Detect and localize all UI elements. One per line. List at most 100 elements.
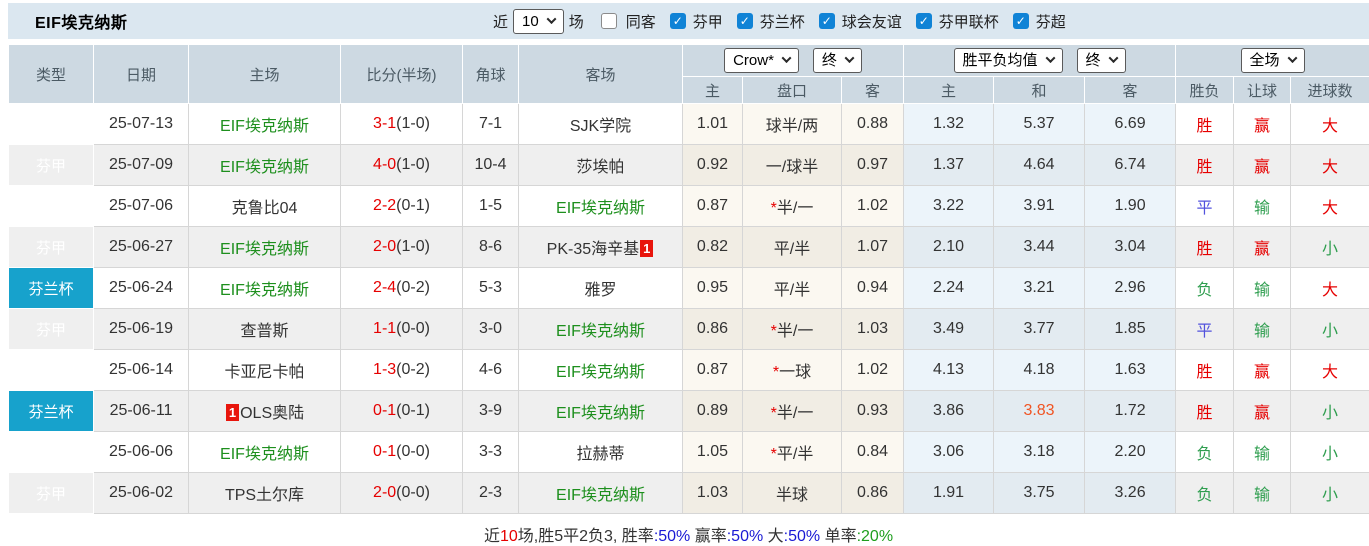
avg-away-odds: 1.85 <box>1085 309 1176 350</box>
team-name[interactable]: 莎埃帕 <box>576 159 624 176</box>
result-cell: 胜 <box>1176 391 1234 432</box>
fulltime-score[interactable]: 0-1 <box>373 443 396 460</box>
team-name[interactable]: SJK学院 <box>570 118 631 135</box>
league-filter-label: 芬甲 <box>693 11 723 32</box>
halftime-score: (0-2) <box>396 279 430 296</box>
result-cell: 胜 <box>1176 227 1234 268</box>
result-cell: 负 <box>1176 268 1234 309</box>
fulltime-score[interactable]: 4-0 <box>373 156 396 173</box>
match-date-cell: 25-06-19 <box>94 309 189 350</box>
score-cell: 1-3(0-2) <box>341 350 463 391</box>
team-name[interactable]: EIF埃克纳斯 <box>556 487 645 504</box>
summary-segment: 胜率 <box>622 528 654 545</box>
sub-header-result: 胜负 <box>1176 77 1234 104</box>
avg-odds-time-select[interactable]: 终 <box>1077 48 1126 73</box>
halftime-score: (1-0) <box>396 238 430 255</box>
corner-cell: 2-3 <box>463 473 519 514</box>
team-name[interactable]: 克鲁比04 <box>232 200 298 217</box>
league-filter: 芬兰杯 <box>728 11 810 32</box>
league-filter-label: 球会友谊 <box>842 11 902 32</box>
league-filter-checkbox[interactable] <box>1013 13 1029 29</box>
team-name[interactable]: 拉赫蒂 <box>576 446 624 463</box>
handicap-away-odds: 0.97 <box>842 145 904 186</box>
team-name[interactable]: EIF埃克纳斯 <box>220 446 309 463</box>
page: EIF埃克纳斯 近 10 场 同客 芬甲芬兰杯球会友谊芬甲联杯芬超 类型 日期 … <box>0 0 1369 546</box>
handicap-home-odds: 0.89 <box>683 391 743 432</box>
league-type-cell: 芬兰杯 <box>9 391 94 432</box>
handicap-result-cell: 输 <box>1234 309 1291 350</box>
col-header-score: 比分(半场) <box>341 45 463 104</box>
fulltime-score[interactable]: 1-3 <box>373 361 396 378</box>
team-name[interactable]: 雅罗 <box>584 282 616 299</box>
halftime-score: (0-1) <box>396 197 430 214</box>
avg-draw-odds: 3.44 <box>994 227 1085 268</box>
handicap-away-odds: 1.02 <box>842 186 904 227</box>
handicap-result-cell: 输 <box>1234 268 1291 309</box>
filter-controls: 近 10 场 同客 芬甲芬兰杯球会友谊芬甲联杯芬超 <box>488 3 1071 39</box>
score-cell: 2-0(1-0) <box>341 227 463 268</box>
fulltime-score[interactable]: 2-0 <box>373 484 396 501</box>
odds-company-time-select[interactable]: 终 <box>813 48 862 73</box>
league-filter-checkbox[interactable] <box>819 13 835 29</box>
team-name[interactable]: EIF埃克纳斯 <box>220 118 309 135</box>
league-type-cell: 芬甲 <box>9 309 94 350</box>
col-header-home: 主场 <box>189 45 341 104</box>
away-team-cell: PK-35海辛基1 <box>519 227 683 268</box>
team-name[interactable]: 卡亚尼卡帕 <box>224 364 304 381</box>
chevron-down-icon <box>781 53 791 63</box>
team-name[interactable]: EIF埃克纳斯 <box>556 405 645 422</box>
team-name[interactable]: PK-35海辛基 <box>547 241 639 258</box>
same-away-checkbox[interactable] <box>601 13 617 29</box>
avg-away-odds: 3.04 <box>1085 227 1176 268</box>
match-date-cell: 25-06-02 <box>94 473 189 514</box>
home-team-cell: TPS土尔库 <box>189 473 341 514</box>
matches-table: 类型 日期 主场 比分(半场) 角球 客场 Crow* 终 胜平负均值 终 <box>8 44 1369 514</box>
team-name[interactable]: EIF埃克纳斯 <box>220 241 309 258</box>
league-filter-checkbox[interactable] <box>737 13 753 29</box>
chevron-down-icon <box>844 53 854 63</box>
team-name[interactable]: EIF埃克纳斯 <box>556 200 645 217</box>
handicap-line-cell: *半/一 <box>743 186 842 227</box>
handicap-line-cell: 平/半 <box>743 227 842 268</box>
avg-odds-select[interactable]: 胜平负均值 <box>954 48 1063 73</box>
team-name[interactable]: TPS土尔库 <box>225 487 304 504</box>
league-type-cell: 芬甲 <box>9 473 94 514</box>
avg-home-odds: 3.49 <box>904 309 994 350</box>
fulltime-score[interactable]: 3-1 <box>373 115 396 132</box>
match-row: 芬甲25-06-06EIF埃克纳斯0-1(0-0)3-3拉赫蒂1.05*平/半0… <box>9 432 1369 473</box>
home-team-cell: EIF埃克纳斯 <box>189 145 341 186</box>
fulltime-score[interactable]: 2-0 <box>373 238 396 255</box>
goals-result-cell: 大 <box>1291 350 1369 391</box>
team-name[interactable]: EIF埃克纳斯 <box>556 364 645 381</box>
team-name[interactable]: EIF埃克纳斯 <box>220 159 309 176</box>
fulltime-score[interactable]: 2-2 <box>373 197 396 214</box>
goals-result-cell: 大 <box>1291 145 1369 186</box>
scope-select[interactable]: 全场 <box>1241 48 1305 73</box>
team-name[interactable]: EIF埃克纳斯 <box>220 282 309 299</box>
score-cell: 2-2(0-1) <box>341 186 463 227</box>
summary-segment: :50% <box>654 528 690 545</box>
league-filter-checkbox[interactable] <box>670 13 686 29</box>
avg-home-odds: 3.86 <box>904 391 994 432</box>
league-filter-checkbox[interactable] <box>916 13 932 29</box>
home-team-cell: EIF埃克纳斯 <box>189 104 341 145</box>
match-date-cell: 25-06-27 <box>94 227 189 268</box>
match-date-cell: 25-07-09 <box>94 145 189 186</box>
recent-count-select[interactable]: 10 <box>513 9 564 34</box>
team-name[interactable]: 查普斯 <box>240 323 288 340</box>
home-team-cell: 克鲁比04 <box>189 186 341 227</box>
home-team-cell: 1OLS奥陆 <box>189 391 341 432</box>
fulltime-score[interactable]: 2-4 <box>373 279 396 296</box>
team-name[interactable]: EIF埃克纳斯 <box>556 323 645 340</box>
handicap-result-cell: 输 <box>1234 473 1291 514</box>
fulltime-score[interactable]: 1-1 <box>373 320 396 337</box>
league-type-cell: 芬甲 <box>9 350 94 391</box>
fulltime-score[interactable]: 0-1 <box>373 402 396 419</box>
scope-select-group: 全场 <box>1176 45 1369 77</box>
odds-company-select[interactable]: Crow* <box>724 48 799 73</box>
team-name[interactable]: OLS奥陆 <box>240 405 304 422</box>
handicap-result-cell: 输 <box>1234 432 1291 473</box>
avg-away-odds: 1.72 <box>1085 391 1176 432</box>
match-row: 芬甲25-06-14卡亚尼卡帕1-3(0-2)4-6EIF埃克纳斯0.87*一球… <box>9 350 1369 391</box>
chevron-down-icon <box>1287 53 1297 63</box>
